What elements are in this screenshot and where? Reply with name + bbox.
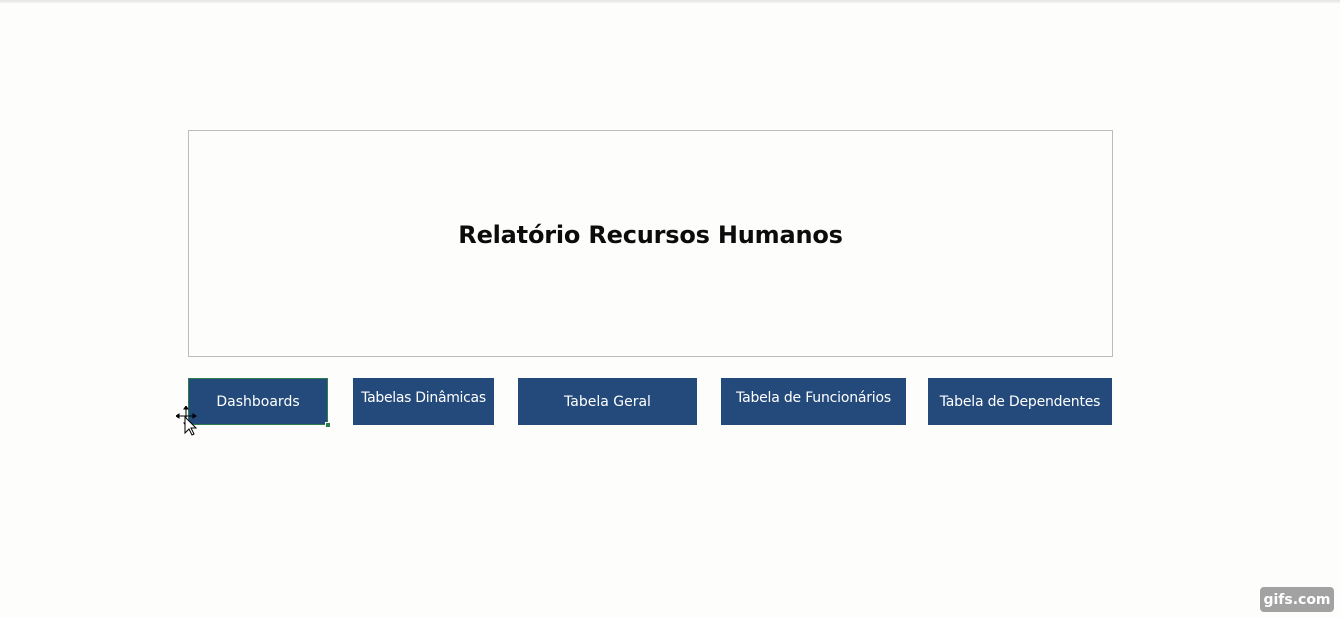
dashboards-button[interactable]: Dashboards [188, 378, 328, 425]
tabela-dependentes-button-label: Tabela de Dependentes [939, 393, 1101, 410]
gifs-watermark: gifs.com [1260, 587, 1334, 612]
tabela-geral-button-label: Tabela Geral [564, 393, 651, 410]
tabelas-dinamicas-button-label: Tabelas Dinâmicas [361, 389, 486, 406]
selection-resize-handle[interactable] [325, 422, 331, 428]
tabela-dependentes-button[interactable]: Tabela de Dependentes [928, 378, 1112, 425]
move-cursor-icon [175, 405, 200, 436]
dashboards-button-label: Dashboards [216, 393, 300, 410]
tabela-geral-button[interactable]: Tabela Geral [518, 378, 697, 425]
window-top-edge [0, 0, 1340, 3]
tabelas-dinamicas-button[interactable]: Tabelas Dinâmicas [353, 378, 494, 425]
tabela-funcionarios-button[interactable]: Tabela de Funcionários [721, 378, 906, 425]
report-title-shape[interactable]: Relatório Recursos Humanos [188, 130, 1113, 357]
report-title: Relatório Recursos Humanos [458, 220, 843, 249]
tabela-funcionarios-button-label: Tabela de Funcionários [736, 389, 891, 406]
